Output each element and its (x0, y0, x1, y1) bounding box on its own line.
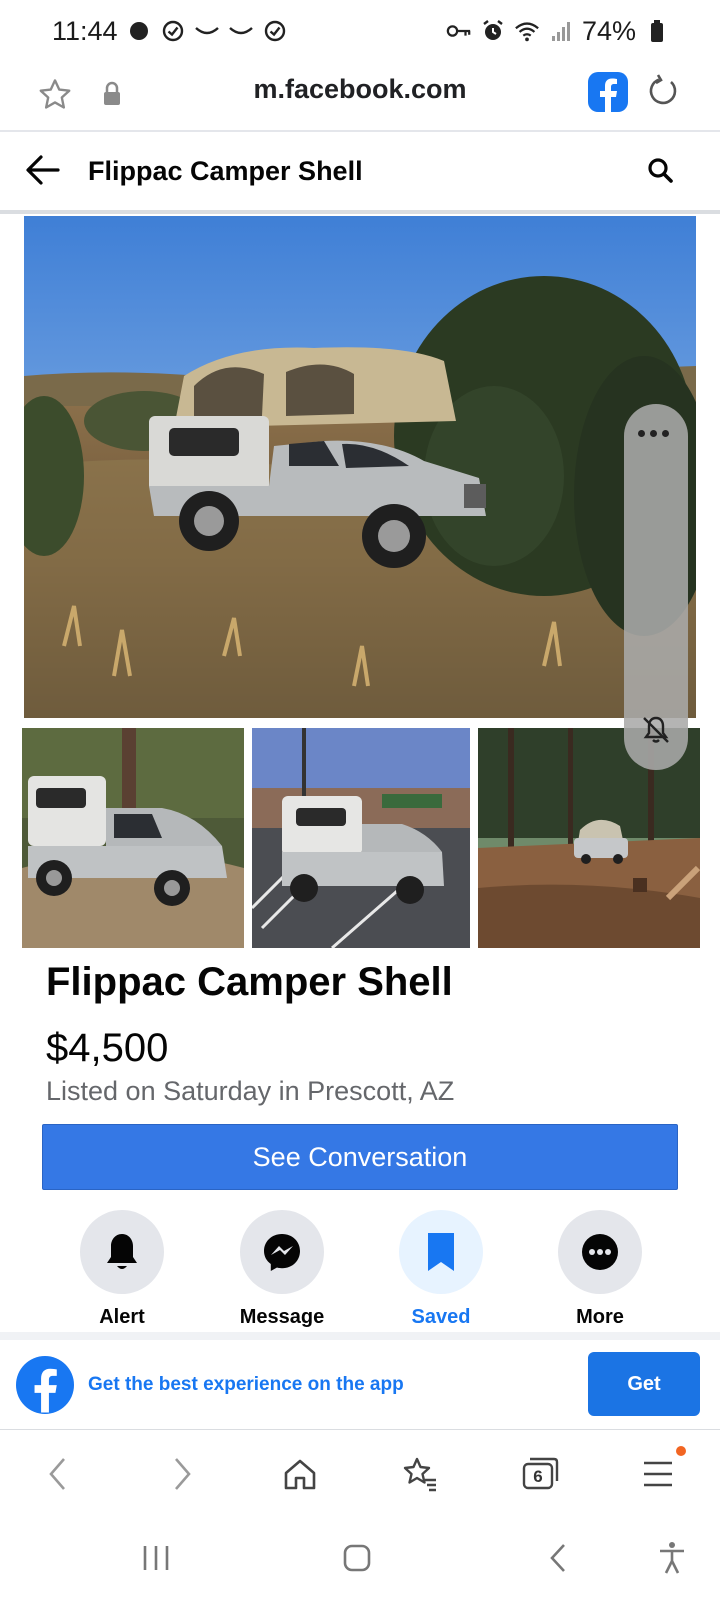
menu-icon[interactable] (636, 1452, 680, 1496)
smile-icon (194, 18, 220, 44)
status-bar: 11:44 74% (0, 0, 720, 62)
main-listing-photo[interactable] (24, 216, 696, 718)
battery-percent: 74% (581, 15, 636, 46)
facebook-logo-icon (16, 1356, 74, 1414)
saved-label: Saved (411, 1306, 471, 1328)
notification-dot-icon (126, 18, 152, 44)
listing-meta: Listed on Saturday in Prescott, AZ (46, 1076, 455, 1106)
app-install-banner: Get the best experience on the app Get (0, 1340, 720, 1430)
more-dots-icon[interactable] (558, 1210, 642, 1294)
home-button-icon[interactable] (335, 1536, 379, 1580)
alert-label: Alert (99, 1306, 145, 1328)
browser-back-icon[interactable] (36, 1452, 80, 1496)
browser-toolbar: 6 (0, 1432, 720, 1518)
check-circle-icon (262, 18, 288, 44)
android-nav-bar (0, 1518, 720, 1600)
listing-actions: Alert Message Saved More (0, 1210, 720, 1336)
bookmarks-icon[interactable] (398, 1452, 442, 1496)
saved-button[interactable]: Saved (381, 1210, 501, 1329)
browser-forward-icon[interactable] (160, 1452, 204, 1496)
message-button[interactable]: Message (222, 1210, 342, 1329)
floating-side-panel[interactable] (624, 404, 688, 770)
alarm-icon (480, 18, 506, 44)
browser-url-bar[interactable]: m.facebook.com (0, 62, 720, 132)
see-conversation-button[interactable]: See Conversation (42, 1124, 678, 1190)
bell-icon[interactable] (80, 1210, 164, 1294)
more-label: More (576, 1306, 624, 1328)
home-icon[interactable] (278, 1452, 322, 1496)
message-label: Message (239, 1306, 325, 1328)
mute-notifications-icon[interactable] (640, 714, 672, 751)
menu-notification-dot (676, 1446, 686, 1456)
back-arrow-icon[interactable] (24, 152, 62, 193)
listing-price: $4,500 (46, 1026, 169, 1070)
system-back-icon[interactable] (536, 1536, 580, 1580)
key-icon (446, 18, 472, 44)
status-time: 11:44 (52, 15, 118, 46)
thumbnail-photo[interactable] (252, 728, 470, 948)
get-app-button[interactable]: Get (588, 1352, 700, 1416)
check-circle-icon (160, 18, 186, 44)
thumbnail-photo[interactable] (22, 728, 244, 948)
page-title: Flippac Camper Shell (88, 156, 363, 186)
page-header: Flippac Camper Shell (0, 134, 720, 214)
battery-icon (644, 18, 670, 44)
bookmark-icon[interactable] (399, 1210, 483, 1294)
facebook-app-icon[interactable] (588, 72, 628, 112)
search-icon[interactable] (646, 156, 674, 189)
app-banner-text: Get the best experience on the app (88, 1374, 404, 1395)
alert-button[interactable]: Alert (62, 1210, 182, 1329)
signal-icon (548, 18, 574, 44)
more-dots-icon[interactable] (638, 430, 669, 437)
smile-icon (228, 18, 254, 44)
more-button[interactable]: More (540, 1210, 660, 1329)
accessibility-icon[interactable] (650, 1536, 694, 1580)
section-divider (0, 1332, 720, 1340)
listing-title: Flippac Camper Shell (46, 960, 453, 1004)
reload-icon[interactable] (646, 74, 680, 113)
messenger-icon[interactable] (240, 1210, 324, 1294)
tabs-icon[interactable]: 6 (518, 1452, 562, 1496)
tab-count: 6 (533, 1467, 543, 1486)
recent-apps-icon[interactable] (134, 1536, 178, 1580)
wifi-icon (514, 18, 540, 44)
